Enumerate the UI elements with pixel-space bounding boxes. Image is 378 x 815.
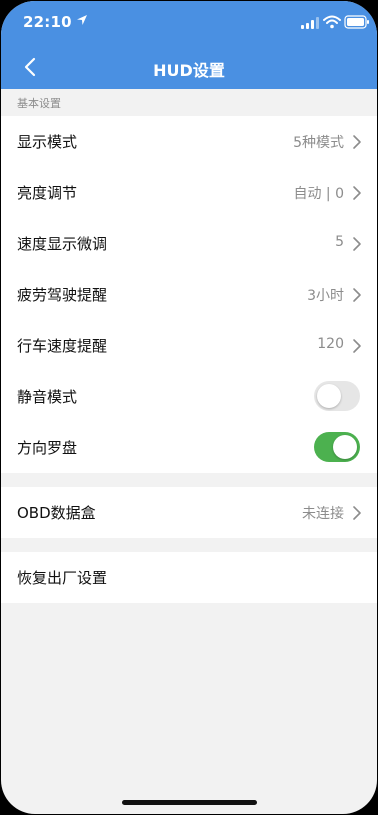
- section-label-basic: 基本设置: [17, 97, 61, 110]
- setting-label: 疲劳驾驶提醒: [17, 286, 108, 304]
- app-header: 22:10 HUD设置: [1, 1, 377, 89]
- setting-obd[interactable]: OBD数据盒 未连接: [1, 487, 377, 538]
- toggle-knob: [317, 384, 341, 408]
- navigation-bar: HUD设置: [1, 45, 377, 89]
- status-time: 22:10: [23, 13, 72, 31]
- home-indicator: [122, 800, 257, 805]
- battery-icon: [344, 15, 369, 29]
- setting-label: 速度显示微调: [17, 235, 108, 253]
- setting-value: 120: [317, 336, 344, 352]
- setting-factory-reset[interactable]: 恢复出厂设置: [1, 552, 377, 603]
- wifi-icon: [323, 15, 341, 29]
- chevron-right-icon: [353, 237, 361, 251]
- setting-mute-mode: 静音模式: [1, 371, 377, 422]
- chevron-right-icon: [353, 288, 361, 302]
- chevron-right-icon: [353, 135, 361, 149]
- status-bar: 22:10: [1, 1, 377, 45]
- reset-group: 恢复出厂设置: [1, 552, 377, 603]
- setting-label: 行车速度提醒: [17, 337, 108, 355]
- location-arrow-icon: [77, 15, 87, 25]
- setting-compass: 方向罗盘: [1, 422, 377, 473]
- chevron-right-icon: [353, 186, 361, 200]
- obd-group: OBD数据盒 未连接: [1, 487, 377, 538]
- setting-label: 亮度调节: [17, 184, 78, 202]
- compass-toggle[interactable]: [314, 432, 360, 462]
- setting-fatigue-reminder[interactable]: 疲劳驾驶提醒 3小时: [1, 269, 377, 320]
- chevron-right-icon: [353, 506, 361, 520]
- setting-value: 3小时: [307, 288, 344, 304]
- setting-label: OBD数据盒: [17, 504, 96, 522]
- setting-speed-reminder[interactable]: 行车速度提醒 120: [1, 320, 377, 371]
- setting-value: 5种模式: [293, 135, 344, 151]
- phone-screen: 22:10 HUD设置 基本设置 显示模式 5种模式 亮度调节 自动 | 0 速…: [1, 1, 377, 814]
- setting-label: 静音模式: [17, 388, 78, 406]
- setting-display-mode[interactable]: 显示模式 5种模式: [1, 116, 377, 167]
- page-title: HUD设置: [153, 61, 225, 80]
- setting-value: 5: [335, 234, 344, 250]
- setting-label: 恢复出厂设置: [17, 569, 108, 587]
- basic-settings-group: 显示模式 5种模式 亮度调节 自动 | 0 速度显示微调 5 疲劳驾驶提醒 3小…: [1, 116, 377, 473]
- setting-speed-fine-tune[interactable]: 速度显示微调 5: [1, 218, 377, 269]
- cellular-signal-icon: [301, 17, 319, 29]
- setting-label: 方向罗盘: [17, 439, 78, 457]
- mute-mode-toggle[interactable]: [314, 381, 360, 411]
- setting-brightness[interactable]: 亮度调节 自动 | 0: [1, 167, 377, 218]
- setting-value: 未连接: [302, 506, 344, 522]
- setting-value: 自动 | 0: [293, 186, 344, 202]
- setting-label: 显示模式: [17, 133, 78, 151]
- chevron-right-icon: [353, 339, 361, 353]
- toggle-knob: [333, 435, 357, 459]
